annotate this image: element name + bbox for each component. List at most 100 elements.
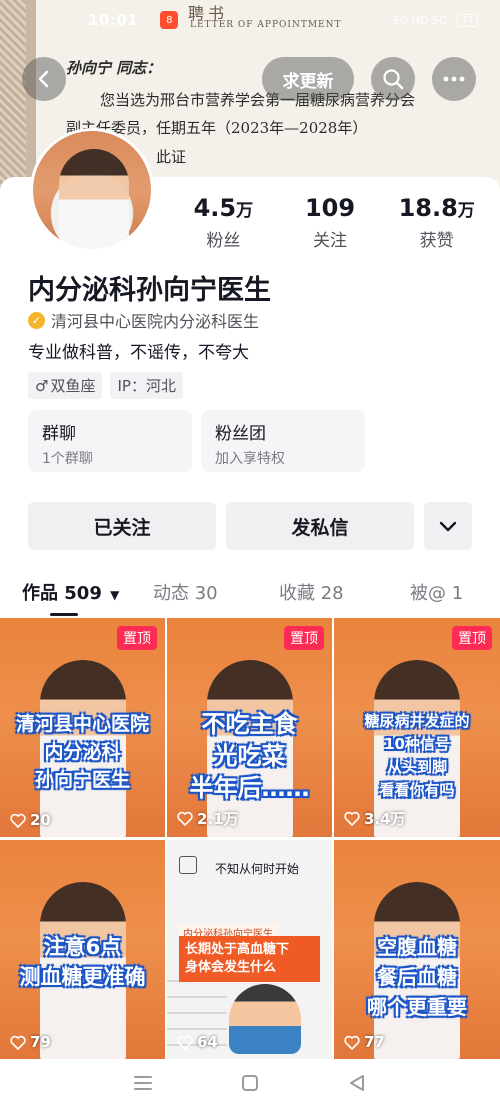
likes-count: 20 bbox=[30, 811, 51, 829]
video-caption: 不知从何时开始 bbox=[215, 862, 300, 876]
profile-actions: 已关注 发私信 bbox=[28, 502, 472, 550]
search-button[interactable] bbox=[371, 57, 415, 101]
stat-label: 获赞 bbox=[419, 231, 454, 251]
profile-bio: 专业做科普，不谣传，不夸大 bbox=[28, 343, 249, 363]
verification-row[interactable]: ✓ 清河县中心医院内分泌科医生 bbox=[28, 308, 259, 332]
video-overlay-text: 注意6点 测血糖更准确 bbox=[19, 935, 146, 989]
heart-icon bbox=[177, 811, 193, 826]
stat-label: 关注 bbox=[313, 231, 347, 251]
tag-zodiac: ♂ 双鱼座 bbox=[28, 372, 103, 399]
tag-label: IP：河北 bbox=[117, 377, 176, 395]
video-grid: 置顶 清河县中心医院 内分泌科 孙向宁医生 20 置顶 不吃主食 光吃菜 半年后… bbox=[0, 618, 500, 1059]
video-banner: 长期处于高血糖下 身体会发生什么 bbox=[179, 936, 320, 982]
tab-works[interactable]: 作品 509 ▼ bbox=[22, 579, 119, 605]
video-tile[interactable]: 注意6点 测血糖更准确 79 bbox=[0, 840, 165, 1059]
profile-cards: 群聊 1个群聊 粉丝团 加入享特权 bbox=[28, 410, 365, 472]
status-time: 10:01 bbox=[88, 11, 139, 29]
heart-icon bbox=[177, 1035, 193, 1050]
avatar[interactable] bbox=[30, 128, 154, 252]
system-nav-bar bbox=[0, 1054, 500, 1111]
video-overlay-text: 清河县中心医院 内分泌科 孙向宁医生 bbox=[15, 713, 149, 791]
tag-ip: IP：河北 bbox=[110, 372, 183, 399]
video-overlay-text: 糖尿病并发症的 10种信号 从头到脚 看看你有吗 bbox=[364, 712, 470, 799]
stat-unit: 万 bbox=[236, 201, 254, 221]
triangle-back-icon bbox=[349, 1074, 364, 1091]
avatar-portrait bbox=[59, 149, 129, 249]
status-bar: 10:01 8 5G HD 5G 71 bbox=[0, 0, 500, 40]
stat-number: 4.5 bbox=[193, 194, 237, 222]
video-tile[interactable]: 置顶 不吃主食 光吃菜 半年后…… 2.1万 bbox=[167, 618, 332, 837]
network-indicator: 5G HD 5G bbox=[392, 13, 448, 27]
image-icon bbox=[179, 856, 197, 874]
illustration-person bbox=[229, 984, 301, 1054]
video-likes: 3.4万 bbox=[344, 808, 406, 829]
likes-count: 64 bbox=[197, 1033, 218, 1051]
zodiac-icon: ♂ bbox=[35, 376, 49, 395]
heart-icon bbox=[10, 813, 26, 828]
pinned-badge: 置顶 bbox=[452, 626, 492, 650]
back-nav-button[interactable] bbox=[342, 1068, 372, 1098]
back-button[interactable] bbox=[22, 57, 66, 101]
tab-label: 作品 509 bbox=[22, 583, 102, 604]
square-icon bbox=[241, 1074, 258, 1091]
menu-icon bbox=[134, 1075, 153, 1090]
certificate-line: 此证 bbox=[156, 148, 187, 166]
caret-down-icon: ▼ bbox=[110, 588, 120, 602]
heart-icon bbox=[344, 1035, 360, 1050]
card-subtitle: 1个群聊 bbox=[42, 451, 93, 467]
certificate-line: 孙向宁 同志： bbox=[66, 59, 162, 77]
video-overlay-text: 空腹血糖 餐后血糖 哪个更重要 bbox=[367, 935, 467, 1019]
send-message-button[interactable]: 发私信 bbox=[226, 502, 414, 550]
battery-icon: 71 bbox=[457, 13, 478, 27]
likes-count: 3.4万 bbox=[364, 810, 406, 828]
verification-text: 清河县中心医院内分泌科医生 bbox=[51, 312, 260, 331]
tab-mentioned[interactable]: 被@ 1 bbox=[410, 579, 463, 605]
profile-stats: 4.5万 粉丝 109 关注 18.8万 获赞 bbox=[170, 194, 490, 251]
video-likes: 20 bbox=[10, 811, 51, 829]
stat-followers[interactable]: 4.5万 粉丝 bbox=[170, 194, 277, 251]
stat-unit: 万 bbox=[457, 201, 475, 221]
chevron-left-icon bbox=[38, 70, 49, 88]
verified-badge-icon: ✓ bbox=[28, 311, 45, 329]
pinned-badge: 置顶 bbox=[117, 626, 157, 650]
video-overlay-text: 不吃主食 光吃菜 半年后…… bbox=[189, 710, 310, 802]
tab-favorites[interactable]: 收藏 28 bbox=[279, 579, 344, 605]
video-likes: 2.1万 bbox=[177, 808, 239, 829]
expand-button[interactable] bbox=[424, 502, 472, 550]
group-chat-card[interactable]: 群聊 1个群聊 bbox=[28, 410, 192, 472]
likes-count: 2.1万 bbox=[197, 810, 239, 828]
stat-following[interactable]: 109 关注 bbox=[277, 194, 384, 251]
heart-icon bbox=[10, 1035, 26, 1050]
status-right: 5G HD 5G 71 bbox=[392, 13, 478, 27]
video-tile[interactable]: 空腹血糖 餐后血糖 哪个更重要 77 bbox=[334, 840, 500, 1059]
home-button[interactable] bbox=[235, 1068, 265, 1098]
likes-count: 77 bbox=[364, 1033, 385, 1051]
video-likes: 64 bbox=[177, 1033, 218, 1051]
pinned-badge: 置顶 bbox=[284, 626, 324, 650]
app-notification-icon: 8 bbox=[160, 11, 179, 29]
heart-icon bbox=[344, 811, 360, 826]
video-tile[interactable]: 置顶 糖尿病并发症的 10种信号 从头到脚 看看你有吗 3.4万 bbox=[334, 618, 500, 837]
profile-name: 内分泌科孙向宁医生 bbox=[28, 275, 271, 306]
search-icon bbox=[383, 69, 404, 90]
stat-label: 粉丝 bbox=[206, 231, 241, 251]
stat-likes[interactable]: 18.8万 获赞 bbox=[383, 194, 490, 251]
menu-button[interactable] bbox=[128, 1068, 158, 1098]
certificate-line: 您当选为邢台市营养学会第一届糖尿病营养分会 bbox=[100, 91, 416, 109]
video-tile[interactable]: 置顶 清河县中心医院 内分泌科 孙向宁医生 20 bbox=[0, 618, 165, 837]
more-button[interactable] bbox=[432, 57, 476, 101]
fan-club-card[interactable]: 粉丝团 加入享特权 bbox=[201, 410, 365, 472]
video-likes: 77 bbox=[344, 1033, 385, 1051]
request-update-button[interactable]: 求更新 bbox=[262, 57, 354, 101]
content-tabs: 作品 509 ▼ 动态 30 收藏 28 被@ 1 bbox=[0, 573, 500, 617]
stat-number: 18.8 bbox=[398, 194, 458, 222]
active-tab-indicator bbox=[50, 613, 78, 616]
chevron-down-icon bbox=[439, 521, 457, 532]
card-title: 粉丝团 bbox=[215, 424, 266, 444]
card-title: 群聊 bbox=[42, 424, 76, 444]
card-subtitle: 加入享特权 bbox=[215, 451, 285, 467]
tag-label: 双鱼座 bbox=[50, 377, 96, 395]
tab-dynamic[interactable]: 动态 30 bbox=[153, 579, 218, 605]
followed-button[interactable]: 已关注 bbox=[28, 502, 216, 550]
video-tile[interactable]: 不知从何时开始 内分泌科孙向宁医生 长期处于高血糖下 身体会发生什么 64 bbox=[167, 840, 332, 1059]
